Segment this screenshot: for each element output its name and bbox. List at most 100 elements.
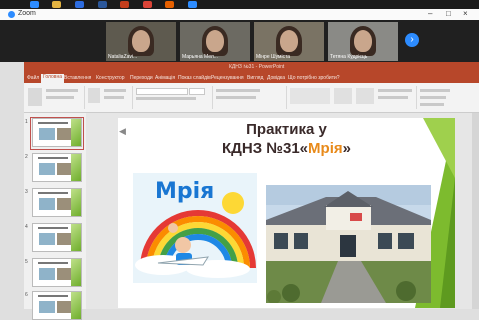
ribbon-separator bbox=[286, 86, 287, 109]
title-highlight: Мрія bbox=[308, 140, 343, 157]
participant-tile[interactable]: NataliaZavi... bbox=[106, 22, 176, 61]
slide-canvas[interactable]: Практика у КДНЗ №31«Мрія» Мрія bbox=[118, 118, 455, 308]
slide-layout[interactable] bbox=[104, 89, 126, 92]
slide-number: 3 bbox=[25, 189, 28, 195]
chrome-icon[interactable] bbox=[143, 1, 152, 8]
slide-number: 4 bbox=[25, 224, 28, 230]
window-title: КДНЗ №31 - PowerPoint bbox=[229, 64, 285, 70]
thumb-image bbox=[57, 301, 71, 313]
font-name-box[interactable] bbox=[136, 88, 188, 95]
drawing-shapes[interactable] bbox=[290, 88, 330, 104]
clipboard-commands[interactable] bbox=[46, 96, 74, 99]
tab-slideshow[interactable]: Показ слайдів bbox=[178, 75, 211, 81]
zoom-icon[interactable] bbox=[188, 1, 197, 8]
zoom-logo-icon bbox=[8, 11, 15, 18]
shape-format[interactable] bbox=[378, 89, 412, 92]
tab-home[interactable]: Головна bbox=[41, 74, 64, 83]
slide-reset[interactable] bbox=[104, 96, 124, 99]
editing-replace[interactable] bbox=[420, 96, 446, 99]
thumb-image bbox=[39, 301, 55, 313]
maximize-icon[interactable]: □ bbox=[446, 9, 451, 18]
powerpoint-title-bar: КДНЗ №31 - PowerPoint bbox=[24, 62, 479, 73]
close-icon[interactable]: × bbox=[463, 9, 468, 18]
tab-file[interactable]: Файл bbox=[27, 75, 39, 81]
edge-icon[interactable] bbox=[30, 1, 39, 8]
paragraph-buttons[interactable] bbox=[216, 96, 256, 99]
tab-insert[interactable]: Вставлення bbox=[64, 75, 91, 81]
participant-face bbox=[132, 30, 150, 52]
editing-find[interactable] bbox=[420, 89, 450, 92]
tab-transitions[interactable]: Переходи bbox=[130, 75, 153, 81]
thumb-title bbox=[38, 227, 68, 229]
slide-thumbnail[interactable] bbox=[32, 153, 82, 182]
ribbon-tabs: Файл Головна Вставлення Конструктор Пере… bbox=[24, 73, 479, 83]
ribbon-home bbox=[24, 83, 479, 113]
speaker-icon: ◀ bbox=[119, 126, 126, 136]
slide-number: 5 bbox=[25, 259, 28, 265]
participant-face bbox=[206, 30, 224, 52]
kindergarten-building-photo bbox=[266, 185, 431, 303]
next-page-icon[interactable]: › bbox=[405, 33, 419, 47]
tab-view[interactable]: Вигляд bbox=[247, 75, 263, 81]
participant-tile[interactable]: Тетяна Кудрієць bbox=[328, 22, 398, 61]
ribbon-separator bbox=[212, 86, 213, 109]
participant-name: NataliaZavi... bbox=[108, 54, 138, 60]
thumb-accent bbox=[71, 224, 81, 251]
slide-thumbnail[interactable] bbox=[32, 223, 82, 252]
participant-face bbox=[280, 30, 298, 52]
shape-format[interactable] bbox=[378, 96, 408, 99]
font-size-box[interactable] bbox=[189, 88, 205, 95]
participant-name: Мінре Шуміста bbox=[256, 54, 291, 60]
thumb-accent bbox=[71, 259, 81, 286]
tab-design[interactable]: Конструктор bbox=[96, 75, 125, 81]
participant-name: Тетяна Кудрієць bbox=[330, 54, 368, 60]
slide-thumbnail[interactable] bbox=[32, 188, 82, 217]
new-slide-button[interactable] bbox=[88, 88, 100, 103]
thumb-title bbox=[38, 262, 68, 264]
powerpoint-icon[interactable] bbox=[120, 1, 129, 8]
building-photo-illustration bbox=[266, 185, 431, 303]
participant-name: Марьяна Мел... bbox=[182, 54, 218, 60]
minimize-icon[interactable]: – bbox=[428, 9, 432, 18]
participant-tile[interactable]: Марьяна Мел... bbox=[180, 22, 250, 61]
thumb-image bbox=[57, 163, 71, 175]
tab-help[interactable]: Довідка bbox=[267, 75, 285, 81]
quick-styles-button[interactable] bbox=[356, 88, 374, 104]
logo-text: Мрія bbox=[155, 179, 215, 204]
slide-number: 6 bbox=[25, 292, 28, 298]
ribbon-separator bbox=[416, 86, 417, 109]
thumb-image bbox=[39, 268, 55, 280]
vertical-scrollbar[interactable] bbox=[472, 113, 479, 309]
zoom-app-name: Zoom bbox=[18, 10, 36, 17]
firefox-icon[interactable] bbox=[165, 1, 174, 8]
tab-review[interactable]: Рецензування bbox=[211, 75, 244, 81]
font-format-buttons[interactable] bbox=[136, 97, 196, 100]
selected-slide-outline bbox=[30, 117, 84, 150]
participant-tile[interactable]: Мінре Шуміста bbox=[254, 22, 324, 61]
thumb-accent bbox=[71, 154, 81, 181]
paragraph-buttons[interactable] bbox=[216, 89, 260, 92]
arrange-button[interactable] bbox=[334, 88, 352, 104]
participant-face bbox=[354, 30, 372, 52]
store-icon[interactable] bbox=[75, 1, 84, 8]
thumb-image bbox=[57, 268, 71, 280]
clipboard-commands[interactable] bbox=[46, 89, 78, 92]
taskbar bbox=[0, 0, 479, 9]
kindergarten-logo-image: Мрія bbox=[133, 173, 257, 283]
thumb-accent bbox=[71, 189, 81, 216]
slide-number: 2 bbox=[25, 154, 28, 160]
paste-button[interactable] bbox=[28, 88, 42, 106]
slide-thumbnail[interactable] bbox=[32, 291, 82, 320]
slide-number: 1 bbox=[25, 119, 28, 125]
slide-thumbnail[interactable] bbox=[32, 258, 82, 287]
tell-me-search[interactable]: Що потрібно зробити? bbox=[288, 75, 340, 81]
word-icon[interactable] bbox=[98, 1, 107, 8]
thumb-image bbox=[57, 198, 71, 210]
slide-title-line2: КДНЗ №31«Мрія» bbox=[118, 140, 455, 157]
editing-select[interactable] bbox=[420, 103, 444, 106]
ribbon-separator bbox=[132, 86, 133, 109]
explorer-icon[interactable] bbox=[52, 1, 61, 8]
thumb-image bbox=[39, 233, 55, 245]
thumb-image bbox=[57, 233, 71, 245]
tab-animations[interactable]: Анімація bbox=[155, 75, 175, 81]
